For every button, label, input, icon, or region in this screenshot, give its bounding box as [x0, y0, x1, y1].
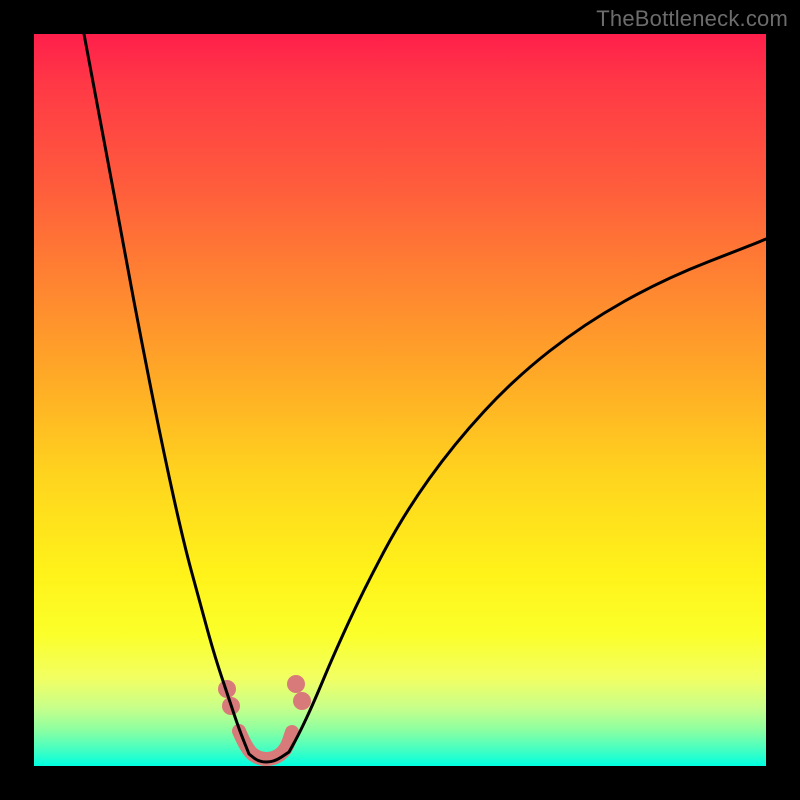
chart-svg — [34, 34, 766, 766]
marker-dot — [287, 675, 305, 693]
bottleneck-curve — [84, 34, 766, 762]
outer-frame: TheBottleneck.com — [0, 0, 800, 800]
marker-dot — [293, 692, 311, 710]
watermark-text: TheBottleneck.com — [596, 6, 788, 32]
plot-area — [34, 34, 766, 766]
